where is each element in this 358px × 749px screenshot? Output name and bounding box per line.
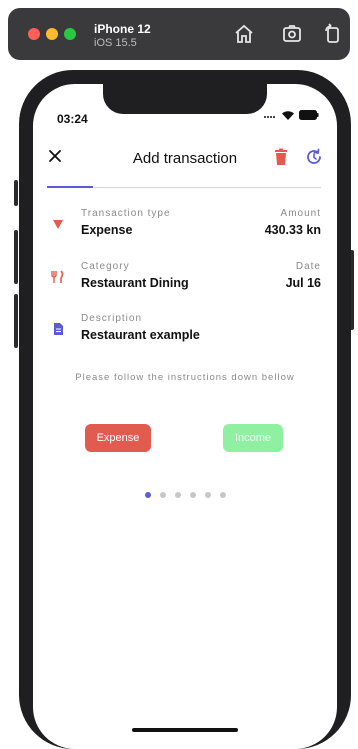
fork-knife-icon xyxy=(51,270,65,284)
refresh-icon[interactable] xyxy=(305,148,323,166)
page-dot[interactable] xyxy=(219,492,226,498)
date-value: Jul 16 xyxy=(285,276,321,290)
screenshot-icon[interactable] xyxy=(280,22,304,46)
page-dot[interactable] xyxy=(174,492,181,498)
description-row[interactable]: Description Restaurant example xyxy=(47,313,321,349)
amount-label: Amount xyxy=(280,208,321,219)
category-value: Restaurant Dining xyxy=(81,276,189,290)
volume-down-button xyxy=(14,294,18,348)
phone-screen: 03:24 Add transaction Transaction type E xyxy=(33,84,337,749)
os-version: iOS 15.5 xyxy=(94,37,137,49)
phone-frame: 03:24 Add transaction Transaction type E xyxy=(19,70,351,749)
notch xyxy=(103,84,267,114)
description-label: Description xyxy=(81,313,143,324)
close-window-button[interactable] xyxy=(28,28,40,40)
amount-value: 430.33 kn xyxy=(264,223,321,237)
page-dot[interactable] xyxy=(144,492,151,498)
amount-field[interactable]: Amount 430.33 kn xyxy=(265,208,321,237)
battery-icon xyxy=(299,110,319,120)
minimize-window-button[interactable] xyxy=(46,28,58,40)
active-step-indicator xyxy=(47,186,93,188)
signal-icon xyxy=(264,116,275,118)
income-button[interactable]: Income xyxy=(223,424,283,452)
page-dot[interactable] xyxy=(159,492,166,498)
page-indicator xyxy=(33,492,337,498)
date-label: Date xyxy=(295,261,321,272)
home-indicator[interactable] xyxy=(132,728,238,732)
page-title: Add transaction xyxy=(132,150,238,167)
instructions-text: Please follow the instructions down bell… xyxy=(75,372,295,383)
transaction-type-field: Transaction type Expense xyxy=(81,208,171,237)
transaction-type-row[interactable]: Transaction type Expense Amount 430.33 k… xyxy=(47,208,321,244)
document-icon xyxy=(51,322,65,336)
volume-up-button xyxy=(14,230,18,284)
page-dot[interactable] xyxy=(189,492,196,498)
expense-button[interactable]: Expense xyxy=(85,424,151,452)
triangle-down-icon xyxy=(51,217,65,231)
trash-icon[interactable] xyxy=(273,148,289,166)
transaction-type-value: Expense xyxy=(81,223,133,237)
category-label: Category xyxy=(81,261,130,272)
zoom-window-button[interactable] xyxy=(64,28,76,40)
status-time: 03:24 xyxy=(57,112,88,126)
mute-switch xyxy=(14,180,18,206)
wifi-icon xyxy=(282,111,294,120)
device-name: iPhone 12 xyxy=(94,22,151,36)
description-field: Description Restaurant example xyxy=(81,313,200,342)
simulator-toolbar: iPhone 12 iOS 15.5 xyxy=(8,8,350,60)
home-icon[interactable] xyxy=(232,22,256,46)
rotate-icon[interactable] xyxy=(320,22,344,46)
date-field[interactable]: Date Jul 16 xyxy=(286,261,321,290)
category-field: Category Restaurant Dining xyxy=(81,261,189,290)
transaction-type-label: Transaction type xyxy=(81,208,171,219)
description-value: Restaurant example xyxy=(81,328,200,342)
category-row[interactable]: Category Restaurant Dining Date Jul 16 xyxy=(47,261,321,297)
status-icons xyxy=(263,110,319,120)
page-dot[interactable] xyxy=(204,492,211,498)
